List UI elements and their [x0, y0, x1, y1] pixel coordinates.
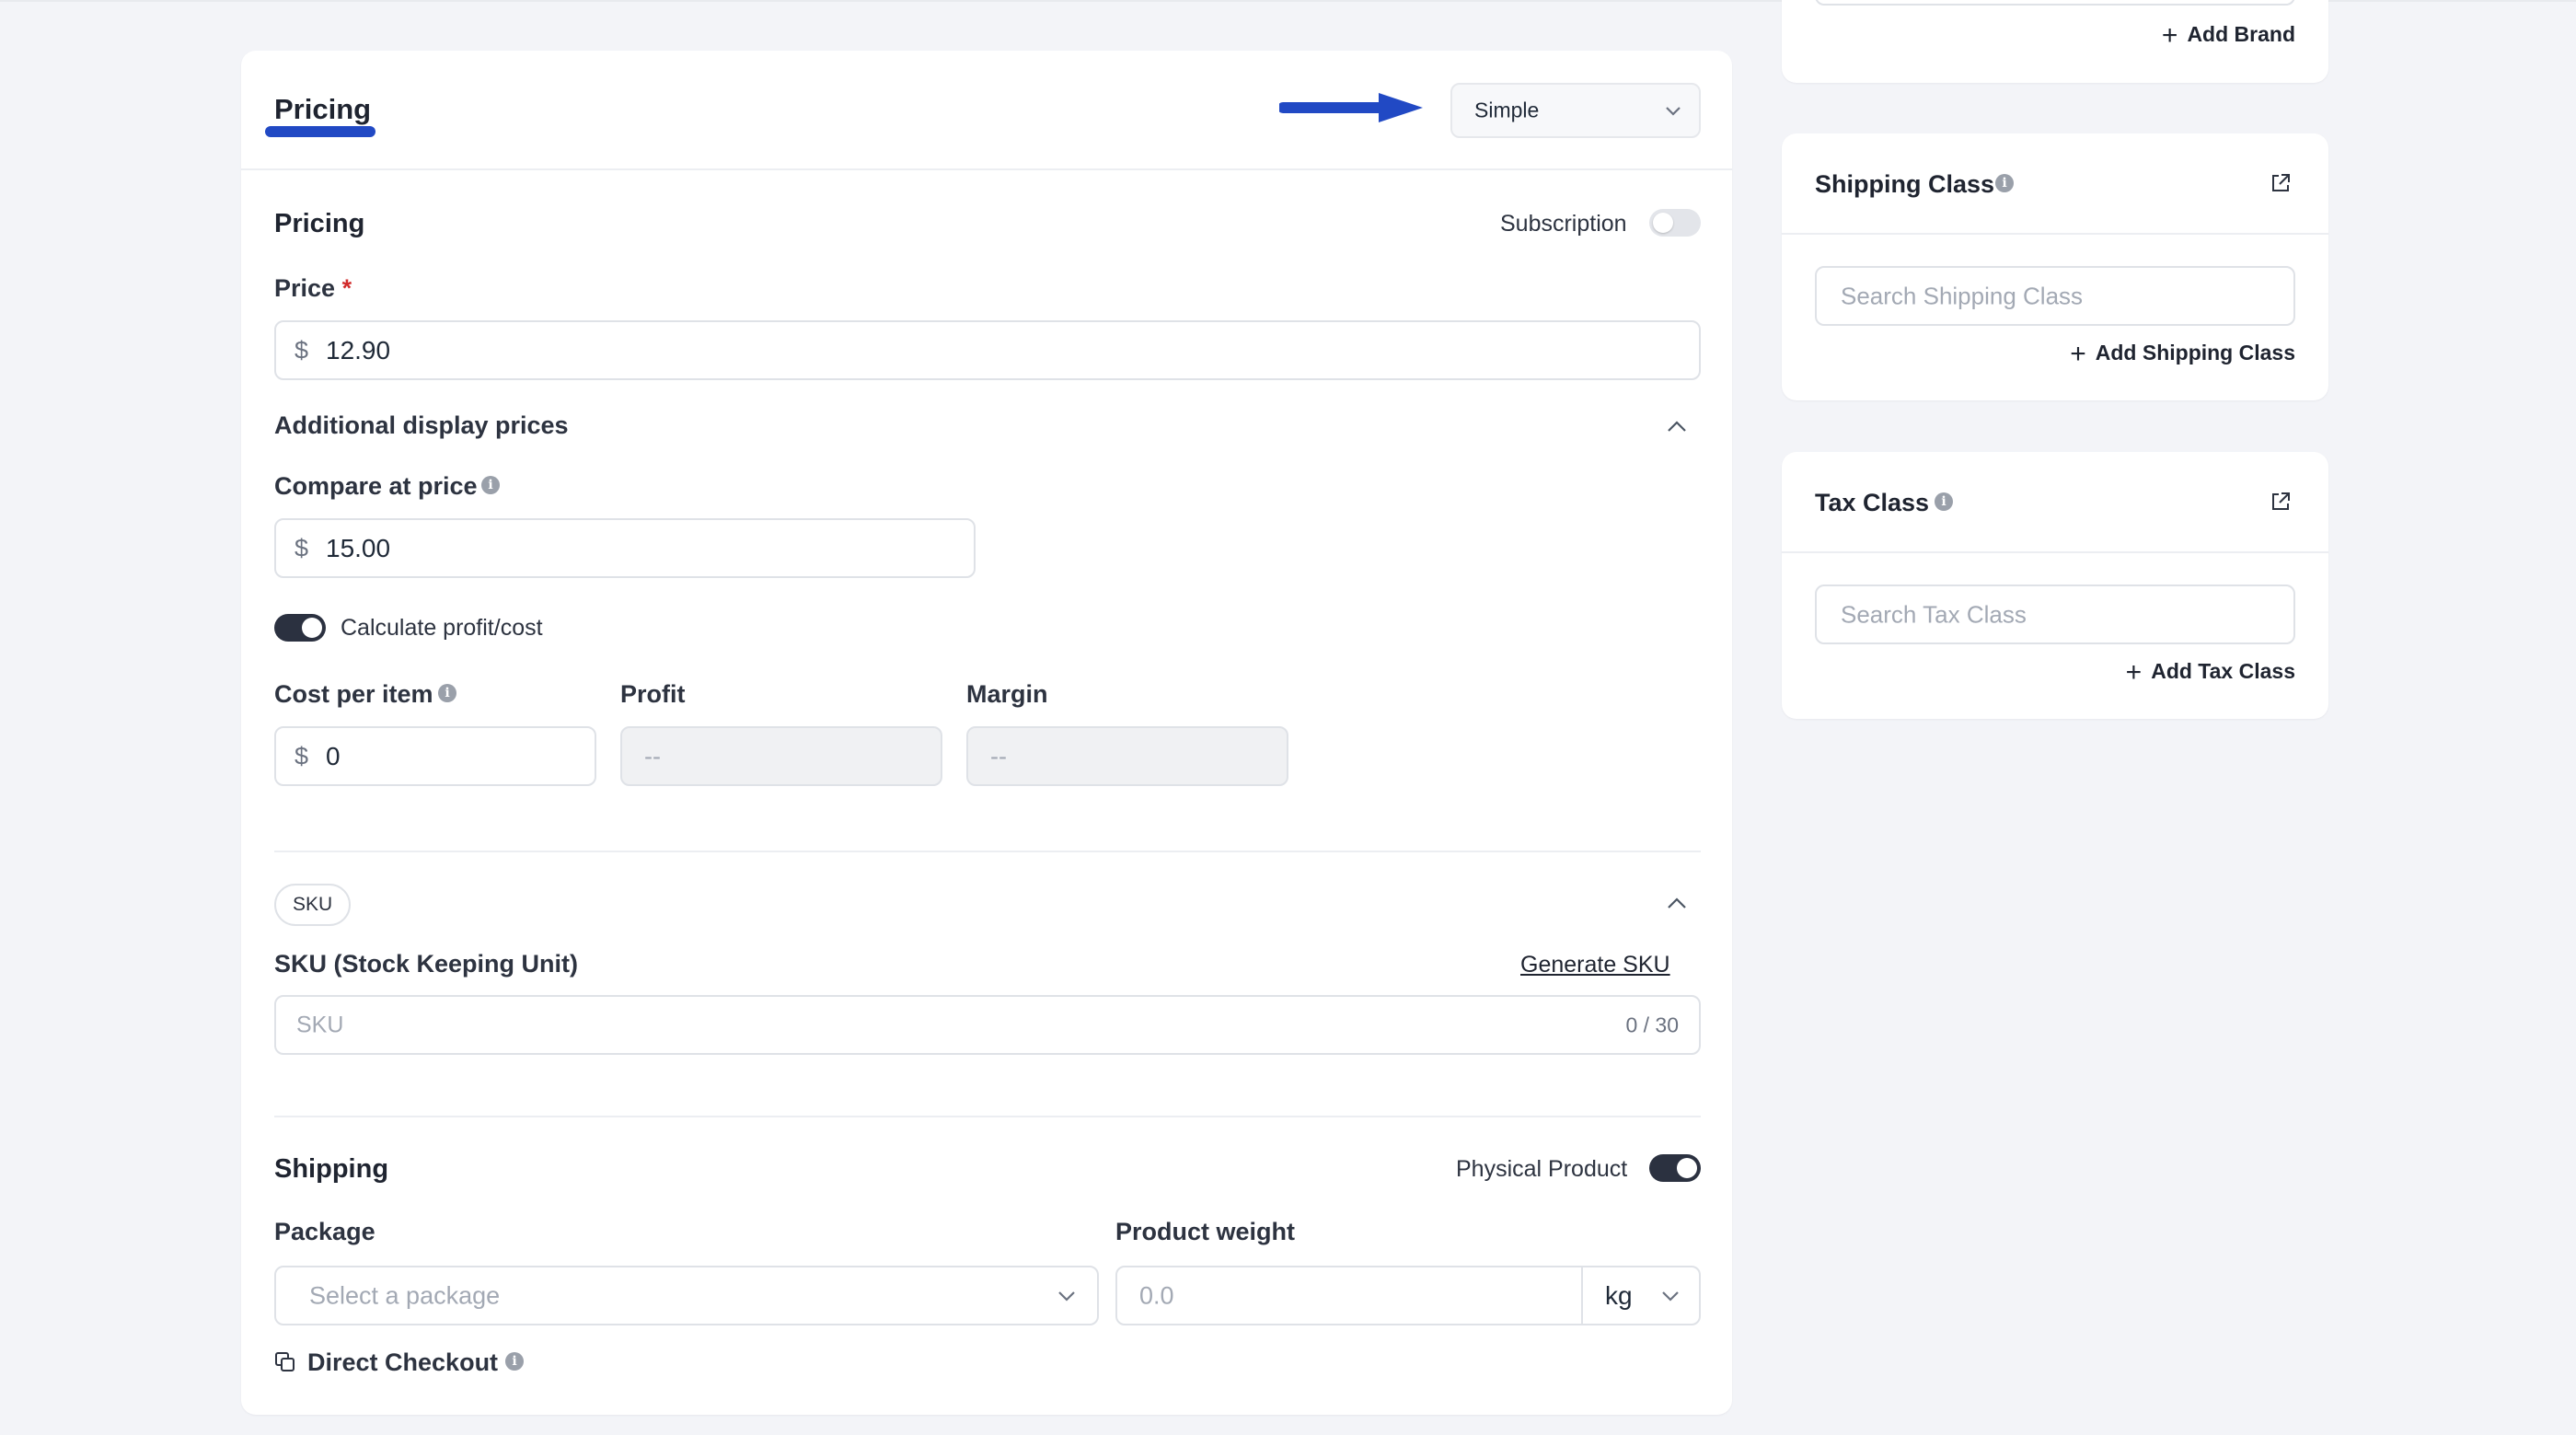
- additional-prices-title: Additional display prices: [274, 411, 569, 439]
- generate-sku-link[interactable]: Generate SKU: [1520, 952, 1670, 978]
- arrow-annotation-icon: [1279, 93, 1423, 122]
- sku-placeholder: SKU: [296, 1012, 344, 1037]
- profit-label: Profit: [620, 680, 686, 708]
- price-input[interactable]: $ 12.90: [274, 320, 1701, 380]
- info-icon[interactable]: i: [505, 1352, 524, 1371]
- weight-unit-select[interactable]: kg: [1583, 1267, 1699, 1324]
- add-brand-button[interactable]: + Add Brand: [2162, 20, 2295, 52]
- sku-counter: 0 / 30: [1625, 1013, 1679, 1036]
- cost-value: 0: [326, 741, 341, 770]
- card-divider: [1782, 551, 2328, 553]
- tax-class-search-input[interactable]: Search Tax Class: [1815, 584, 2295, 644]
- physical-product-toggle[interactable]: [1649, 1154, 1701, 1182]
- section-divider: [274, 1116, 1701, 1117]
- weight-placeholder: 0.0: [1139, 1281, 1174, 1309]
- profit-placeholder: --: [644, 742, 661, 770]
- package-placeholder: Select a package: [309, 1281, 501, 1309]
- brand-search-input[interactable]: [1815, 0, 2295, 6]
- sku-field-label: SKU (Stock Keeping Unit): [274, 950, 579, 978]
- tab-underline-annotation: [265, 126, 375, 137]
- info-icon[interactable]: i: [1935, 492, 1953, 511]
- plus-icon: +: [2070, 339, 2086, 369]
- add-shipping-class-button[interactable]: + Add Shipping Class: [2070, 339, 2295, 370]
- currency-prefix: $: [295, 534, 309, 561]
- currency-prefix: $: [295, 336, 309, 364]
- card-divider: [1782, 233, 2328, 235]
- tax-class-title: Tax Class: [1815, 489, 1930, 516]
- product-weight-label: Product weight: [1115, 1218, 1295, 1245]
- compare-price-label: Compare at price: [274, 472, 478, 500]
- package-label: Package: [274, 1218, 375, 1245]
- info-icon[interactable]: i: [481, 476, 500, 494]
- info-icon[interactable]: i: [438, 684, 456, 702]
- pricing-tab[interactable]: Pricing: [274, 93, 371, 126]
- info-icon[interactable]: i: [1995, 174, 2014, 192]
- chevron-down-icon: [1662, 1291, 1679, 1302]
- chevron-down-icon: [1058, 1291, 1075, 1302]
- subscription-label: Subscription: [1500, 211, 1627, 237]
- plus-icon: +: [2161, 20, 2178, 51]
- price-value: 12.90: [326, 335, 391, 365]
- pricing-card: Pricing Simple Pricing Subscription Pric…: [241, 51, 1732, 1415]
- calculate-profit-toggle[interactable]: [274, 614, 326, 642]
- pricing-section-title: Pricing: [274, 209, 365, 238]
- package-select[interactable]: Select a package: [274, 1266, 1099, 1325]
- header-divider: [241, 168, 1732, 170]
- add-tax-class-button[interactable]: + Add Tax Class: [2126, 657, 2295, 689]
- brand-card: + Add Brand: [1782, 0, 2328, 83]
- product-type-value: Simple: [1474, 98, 1540, 122]
- tax-class-placeholder: Search Tax Class: [1841, 600, 2027, 628]
- shipping-class-search-input[interactable]: Search Shipping Class: [1815, 266, 2295, 326]
- shipping-class-placeholder: Search Shipping Class: [1841, 282, 2084, 309]
- chevron-up-icon[interactable]: [1666, 896, 1688, 910]
- section-divider: [274, 851, 1701, 852]
- compare-price-input[interactable]: $ 15.00: [274, 518, 976, 578]
- copy-icon: [275, 1352, 295, 1371]
- product-type-select[interactable]: Simple: [1450, 83, 1701, 138]
- shipping-class-card: Shipping Class i Search Shipping Class +…: [1782, 133, 2328, 400]
- tax-class-card: Tax Class i Search Tax Class + Add Tax Cl…: [1782, 452, 2328, 719]
- weight-input[interactable]: 0.0 kg: [1115, 1266, 1701, 1325]
- sku-input[interactable]: SKU 0 / 30: [274, 995, 1701, 1055]
- weight-unit-value: kg: [1605, 1280, 1633, 1310]
- external-link-icon[interactable]: [2270, 172, 2292, 194]
- calculate-profit-label: Calculate profit/cost: [341, 615, 543, 641]
- shipping-title: Shipping: [274, 1154, 389, 1184]
- sku-badge: SKU: [274, 884, 352, 926]
- profit-field: --: [620, 726, 942, 786]
- external-link-icon[interactable]: [2270, 491, 2292, 513]
- direct-checkout-label[interactable]: Direct Checkout: [307, 1348, 498, 1377]
- cost-per-item-label: Cost per item: [274, 680, 433, 708]
- shipping-class-title: Shipping Class: [1815, 170, 1995, 198]
- physical-product-label: Physical Product: [1456, 1156, 1628, 1182]
- chevron-down-icon: [1666, 107, 1681, 116]
- price-label: Price *: [274, 274, 352, 302]
- margin-label: Margin: [966, 680, 1048, 708]
- currency-prefix: $: [295, 742, 309, 770]
- compare-price-value: 15.00: [326, 533, 391, 562]
- margin-field: --: [966, 726, 1288, 786]
- cost-per-item-input[interactable]: $ 0: [274, 726, 596, 786]
- margin-placeholder: --: [990, 742, 1007, 770]
- plus-icon: +: [2125, 657, 2143, 688]
- chevron-up-icon[interactable]: [1666, 419, 1688, 434]
- subscription-toggle[interactable]: [1649, 209, 1701, 237]
